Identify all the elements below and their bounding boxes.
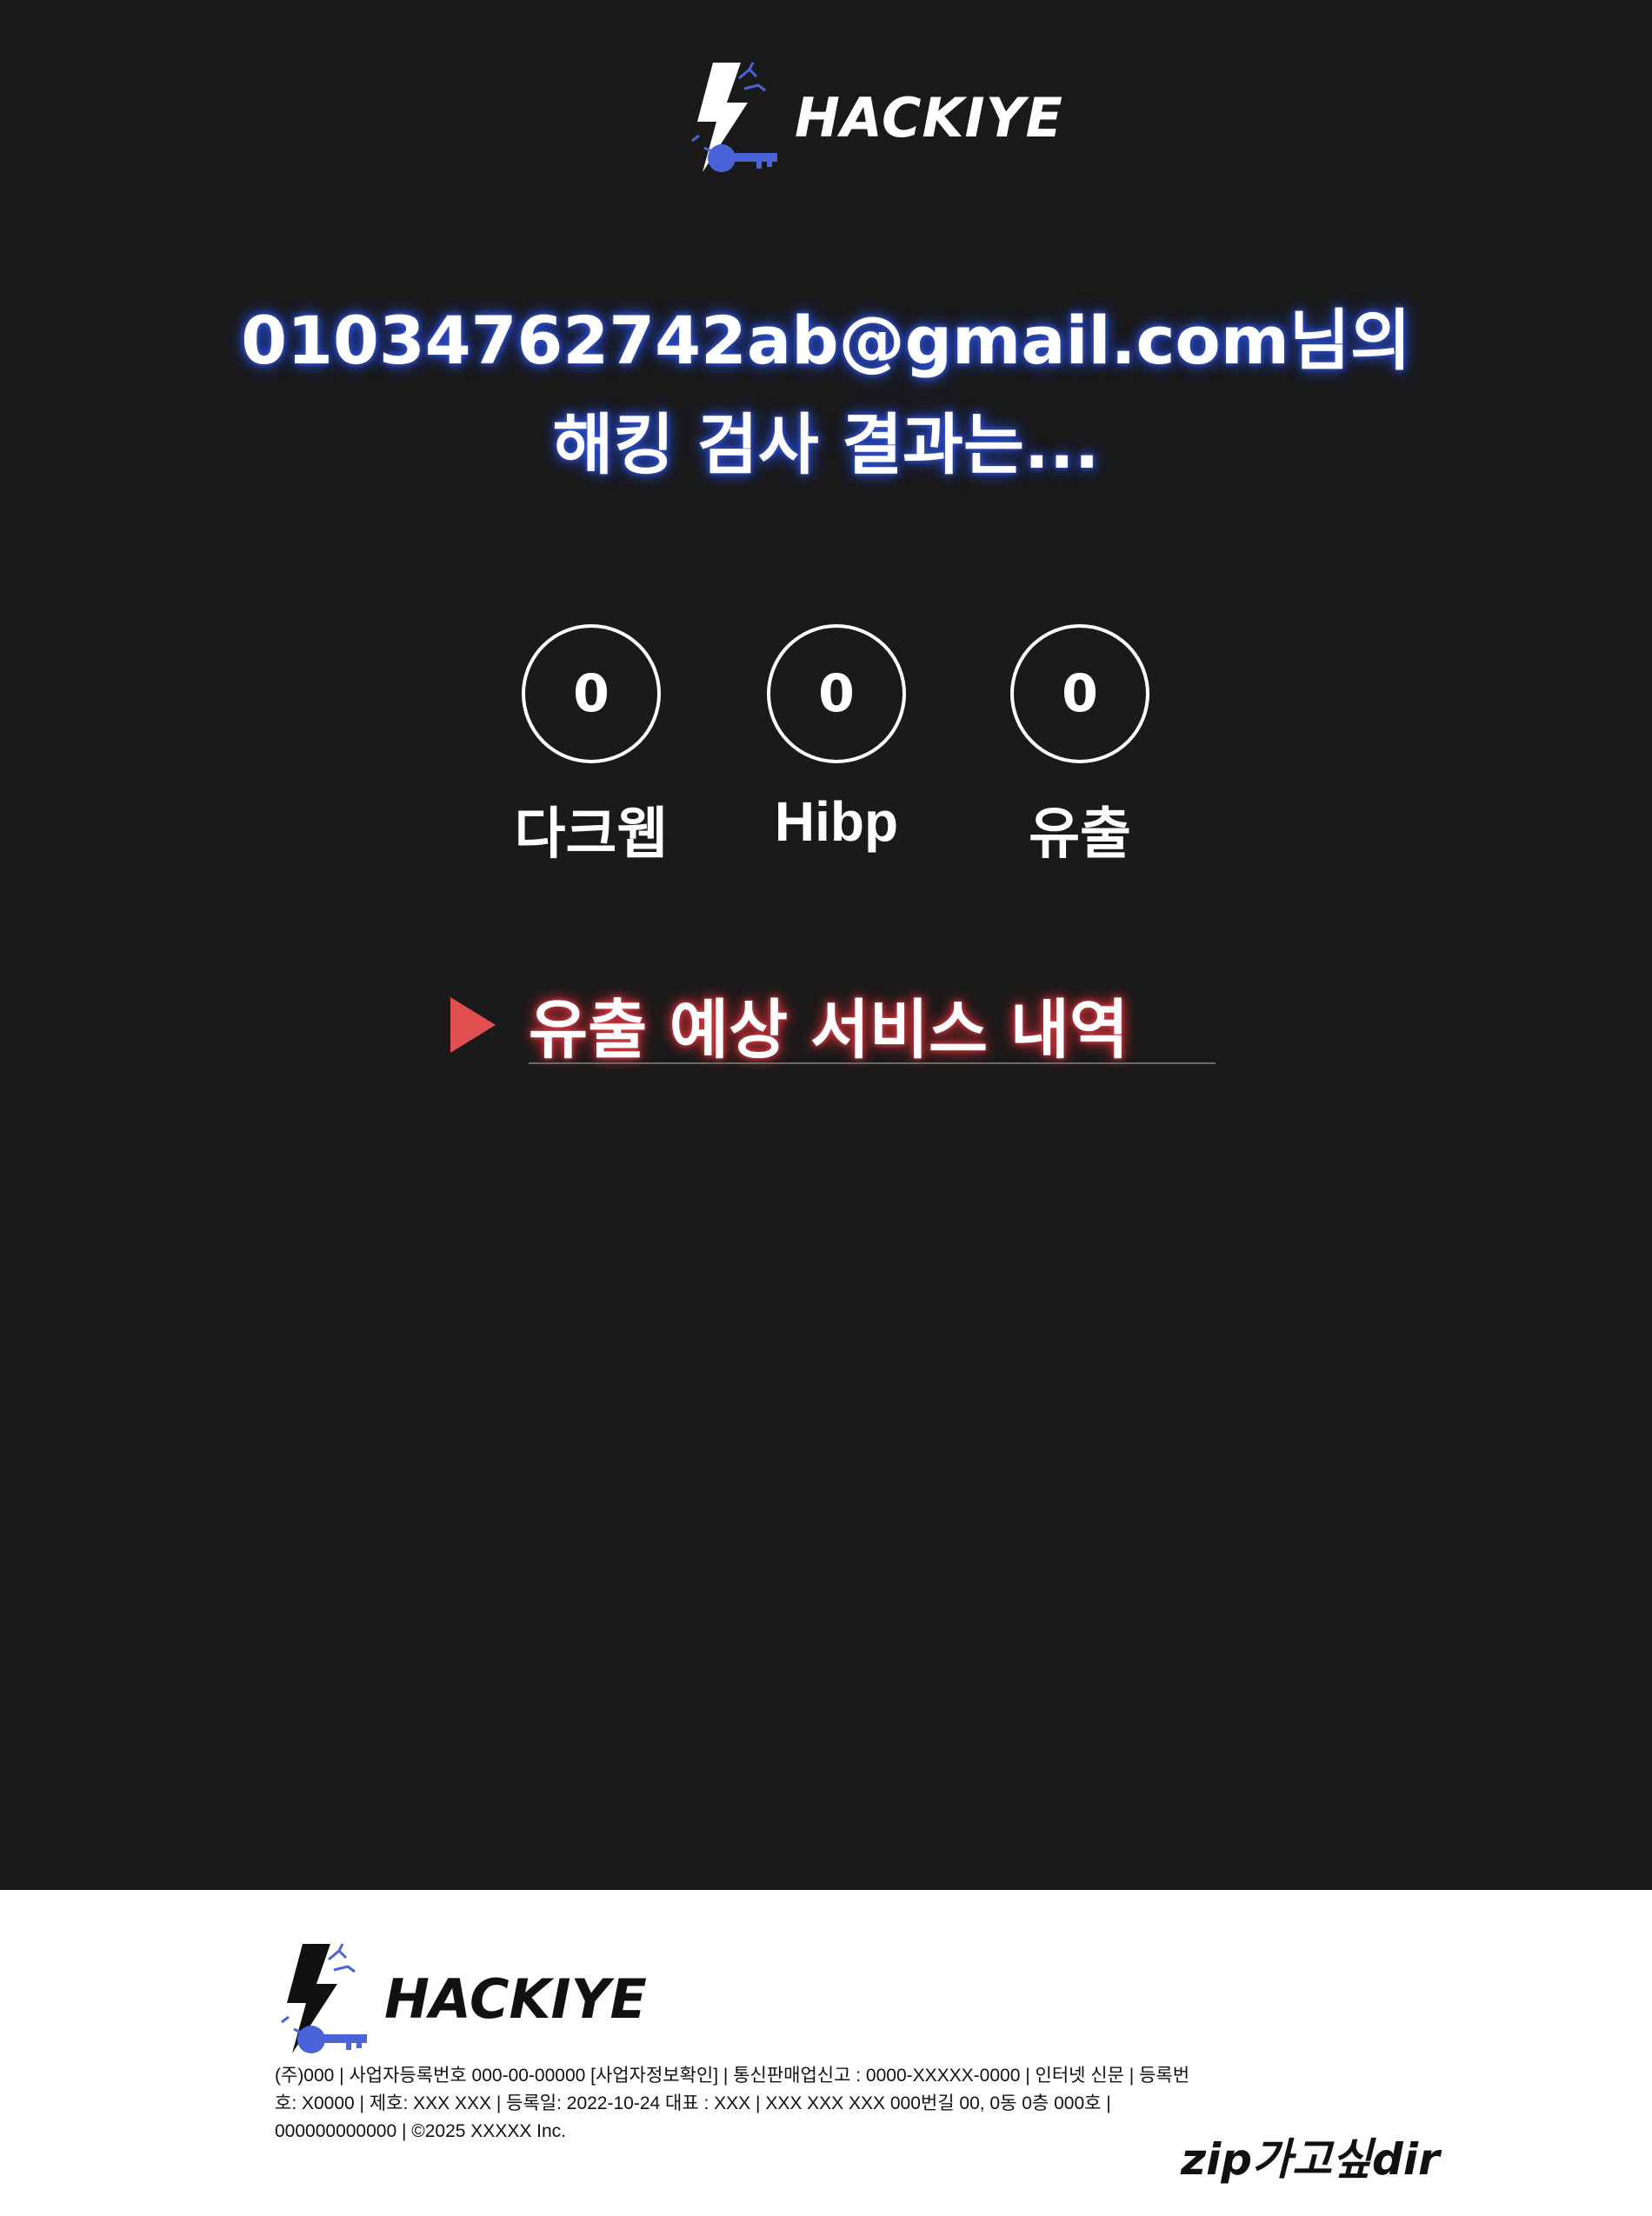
- triangle-bullet-icon: [450, 996, 496, 1053]
- footer-brand-name: HACKIYE: [384, 1966, 647, 2031]
- lightning-key-icon: [281, 1943, 367, 2053]
- stat-hibp-label: Hibp: [774, 790, 899, 853]
- result-email-heading: 01034762742ab@gmail.com님의: [241, 302, 1411, 379]
- company-info: (주)000 | 사업자등록번호 000-00-00000 [사업자정보확인] …: [275, 2066, 1190, 2141]
- header-logo[interactable]: HACKIYE: [687, 61, 1063, 174]
- result-subtitle-heading: 해킹 검사 결과는...: [552, 406, 1100, 483]
- stat-leak: 0 유출: [993, 624, 1167, 869]
- footer: HACKIYE (주)000 | 사업자등록번호 000-00-00000 [사…: [0, 1890, 1652, 2216]
- stat-darkweb: 0 다크웹: [504, 624, 678, 869]
- section-divider: [529, 1062, 1216, 1064]
- footer-tagline: zip가고싶dir: [1181, 2134, 1440, 2185]
- leak-services-section-header: 유출 예상 서비스 내역: [450, 978, 1129, 1071]
- stat-hibp: 0 Hibp: [749, 624, 923, 854]
- footer-logo[interactable]: HACKIYE: [276, 1942, 647, 2055]
- lightning-key-icon: [691, 62, 777, 172]
- brand-name: HACKIYE: [795, 85, 1063, 150]
- leak-services-title: 유출 예상 서비스 내역: [529, 993, 1129, 1068]
- stat-leak-count: 0: [1010, 624, 1149, 763]
- result-screen: HACKIYE 01034762742ab@gmail.com님의 해킹 검사 …: [0, 0, 1652, 1890]
- stat-hibp-count: 0: [767, 624, 906, 763]
- stat-darkweb-count: 0: [522, 624, 661, 763]
- stat-leak-label: 유출: [1029, 802, 1131, 865]
- stat-darkweb-label: 다크웹: [514, 802, 669, 865]
